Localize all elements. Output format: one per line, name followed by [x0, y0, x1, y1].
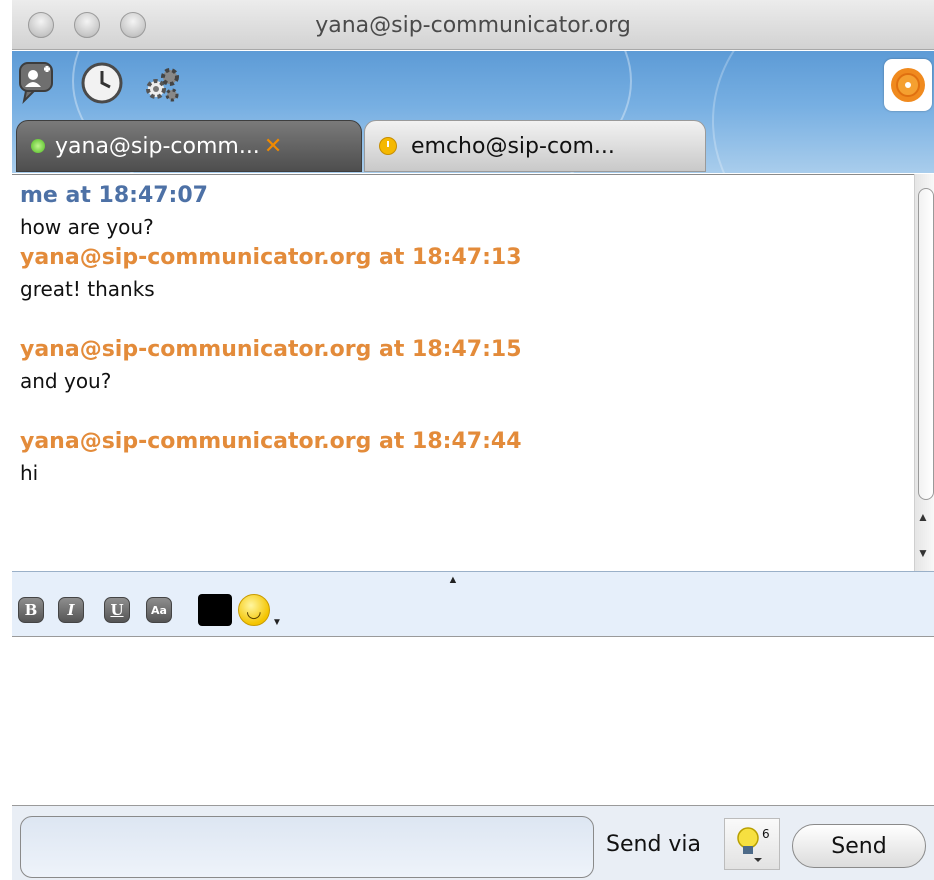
smiley-icon[interactable]	[238, 594, 270, 626]
add-contact-icon[interactable]	[16, 61, 60, 105]
tab-yana[interactable]: yana@sip-comm... ✕	[16, 120, 362, 172]
settings-gears-icon[interactable]	[140, 61, 184, 105]
protocol-badge: 6	[762, 827, 770, 841]
underline-button[interactable]: U	[104, 597, 130, 623]
format-toolbar: B I U Aa ▼	[12, 585, 934, 637]
send-button[interactable]: Send	[792, 824, 926, 868]
lightbulb-protocol-icon: 6	[737, 827, 770, 862]
scroll-up-icon[interactable]: ▲	[917, 510, 929, 524]
text-color-button[interactable]	[198, 594, 232, 626]
online-status-icon	[31, 139, 45, 153]
font-button[interactable]: Aa	[146, 597, 172, 623]
message-sender: yana@sip-communicator.org at 18:47:13	[20, 245, 522, 270]
history-clock-icon[interactable]	[80, 61, 124, 105]
window-title: yana@sip-communicator.org	[315, 13, 631, 38]
tab-label: yana@sip-comm...	[55, 133, 260, 159]
message-input[interactable]	[12, 638, 934, 806]
contact-avatar-icon[interactable]	[884, 59, 932, 111]
bold-button[interactable]: B	[18, 597, 44, 623]
bottom-bar: Send via 6 Send	[12, 806, 934, 880]
send-via-label: Send via	[606, 832, 702, 857]
smiley-dropdown-icon[interactable]: ▼	[272, 617, 282, 628]
status-field[interactable]	[20, 816, 594, 878]
message-text: great! thanks	[20, 277, 155, 301]
close-tab-icon[interactable]: ✕	[264, 134, 282, 159]
tab-label: emcho@sip-com...	[411, 133, 615, 159]
title-bar: yana@sip-communicator.org	[12, 0, 934, 50]
tab-emcho[interactable]: emcho@sip-com...	[364, 120, 706, 172]
protocol-selector-button[interactable]: 6	[724, 818, 780, 870]
pane-splitter[interactable]: ▲	[12, 571, 934, 586]
message-text: hi	[20, 461, 39, 485]
message-sender: yana@sip-communicator.org at 18:47:15	[20, 337, 522, 362]
italic-button[interactable]: I	[58, 597, 84, 623]
chat-scrollbar[interactable]: ▲ ▼	[914, 174, 934, 571]
message-text: and you?	[20, 369, 112, 393]
chat-transcript[interactable]: me at 18:47:07 how are you? yana@sip-com…	[12, 174, 914, 571]
scroll-down-icon[interactable]: ▼	[917, 546, 929, 560]
chat-toolbar: yana@sip-comm... ✕ emcho@sip-com...	[12, 51, 934, 173]
away-status-icon	[379, 137, 397, 155]
message-text: how are you?	[20, 215, 154, 239]
message-sender: me at 18:47:07	[20, 183, 208, 208]
scroll-thumb[interactable]	[918, 188, 934, 500]
message-sender: yana@sip-communicator.org at 18:47:44	[20, 429, 522, 454]
